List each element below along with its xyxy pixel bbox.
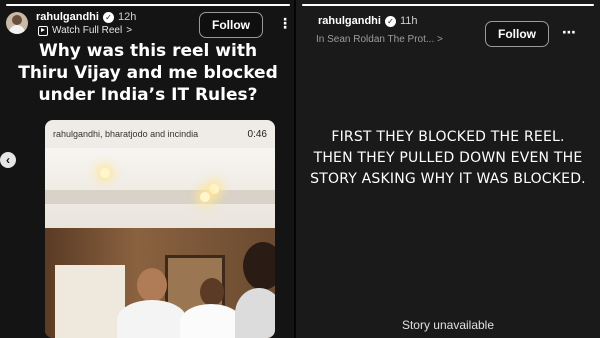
headline-line: Why was this reel with: [38, 41, 258, 61]
chevron-right-icon: >: [126, 25, 133, 36]
follow-button[interactable]: Follow: [199, 12, 263, 38]
story-user-row: rahulgandhi ✓ 11h: [318, 15, 418, 27]
story-progress-bar: [6, 4, 290, 6]
reel-duration: 0:46: [247, 128, 267, 140]
left-story-panel[interactable]: rahulgandhi ✓ 12h Watch Full Reel > Foll…: [0, 0, 296, 338]
message-line: STORY ASKING WHY IT WAS BLOCKED.: [310, 171, 586, 187]
message-line: THEN THEY PULLED DOWN EVEN THE: [313, 150, 583, 166]
message-line: FIRST THEY BLOCKED THE REEL.: [331, 129, 565, 145]
story-unavailable-status: Story unavailable: [401, 318, 495, 332]
avatar[interactable]: [6, 12, 28, 34]
ceiling-light: [200, 192, 210, 202]
watch-full-reel-link[interactable]: Watch Full Reel >: [38, 25, 132, 36]
ceiling-light: [100, 168, 110, 178]
username[interactable]: rahulgandhi: [318, 15, 381, 27]
post-time: 12h: [117, 11, 137, 23]
shared-reel-card[interactable]: rahulgandhi, bharatjodo and incindia 0:4…: [45, 120, 275, 338]
previous-story-button[interactable]: ‹: [0, 152, 16, 168]
headline-line: under India’s IT Rules?: [38, 85, 258, 105]
reel-icon: [38, 25, 48, 36]
more-options-icon[interactable]: ⋮: [278, 15, 293, 32]
reel-card-header: rahulgandhi, bharatjodo and incindia 0:4…: [45, 120, 275, 148]
verified-badge-icon: ✓: [102, 11, 114, 23]
story-headline: Why was this reel with Thiru Vijay and m…: [10, 40, 286, 106]
headline-line: Thiru Vijay and me blocked: [18, 63, 278, 83]
reel-card-accounts: rahulgandhi, bharatjodo and incindia: [53, 129, 199, 139]
ceiling-light: [209, 184, 219, 194]
story-user-row: rahulgandhi ✓ 12h: [36, 11, 136, 23]
watch-full-reel-label: Watch Full Reel: [52, 25, 123, 36]
story-message: FIRST THEY BLOCKED THE REEL. THEN THEY P…: [296, 127, 600, 190]
story-progress-bar: [302, 4, 594, 6]
music-attribution[interactable]: In Sean Roldan The Prot... >: [316, 34, 443, 45]
more-options-icon[interactable]: ⋯: [562, 24, 577, 41]
post-time: 11h: [399, 15, 418, 27]
follow-button[interactable]: Follow: [485, 21, 549, 47]
verified-badge-icon: ✓: [384, 15, 396, 27]
username[interactable]: rahulgandhi: [36, 11, 99, 23]
